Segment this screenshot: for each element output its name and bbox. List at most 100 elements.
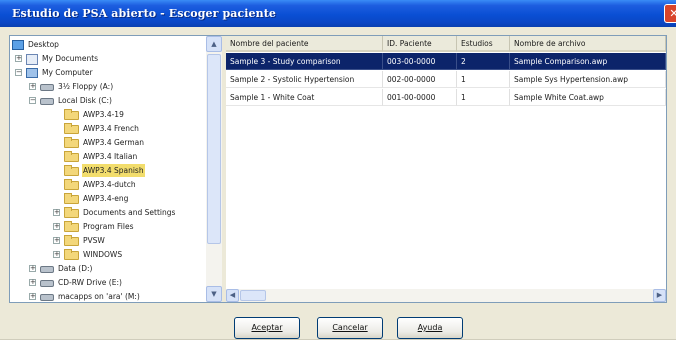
expand-icon[interactable]: + [53, 251, 60, 258]
tree-item[interactable]: + PVSW [53, 234, 106, 247]
table-row[interactable]: Sample 1 - White Coat 001-00-0000 1 Samp… [226, 89, 666, 106]
table-row[interactable]: Sample 2 - Systolic Hypertension 002-00-… [226, 71, 666, 88]
patient-id-cell: 003-00-0000 [383, 53, 457, 70]
close-button[interactable]: ✕ [664, 4, 676, 23]
studies-cell: 1 [457, 89, 510, 106]
folder-icon [64, 108, 79, 120]
tree-item[interactable]: AWP3.4 Spanish [64, 164, 145, 177]
hard-drive-icon [40, 97, 54, 105]
window-title: Estudio de PSA abierto - Escoger pacient… [12, 7, 277, 20]
desktop-icon [12, 40, 24, 50]
list-horizontal-scrollbar[interactable]: ◀ ▶ [226, 289, 666, 302]
title-bar[interactable]: Estudio de PSA abierto - Escoger pacient… [0, 0, 676, 27]
tree-item[interactable]: − My Computer [15, 66, 94, 79]
scroll-right-button[interactable]: ▶ [653, 289, 666, 302]
patient-name-cell: Sample 2 - Systolic Hypertension [226, 71, 383, 88]
arrow-right-icon: ▶ [656, 291, 663, 299]
patient-id-cell: 001-00-0000 [383, 89, 457, 106]
folder-open-icon [64, 164, 79, 176]
floppy-drive-icon [40, 83, 54, 91]
my-documents-icon [26, 53, 38, 65]
tree-item-label: Local Disk (C:) [58, 96, 112, 105]
expand-icon[interactable]: + [15, 55, 22, 62]
cancel-button[interactable]: Cancelar [317, 317, 383, 339]
folder-tree[interactable]: Desktop + My Documents − My Computer +3½ Flop… [10, 36, 206, 302]
folder-icon [64, 122, 79, 134]
folder-icon [64, 206, 79, 218]
tree-item[interactable]: AWP3.4-dutch [64, 178, 137, 191]
tree-item[interactable]: AWP3.4 Italian [64, 150, 138, 163]
folder-icon [64, 220, 79, 232]
column-header-patient-id[interactable]: ID. Paciente [383, 36, 457, 52]
collapse-icon[interactable]: − [29, 97, 36, 104]
folder-icon [64, 248, 79, 260]
patient-list[interactable]: Nombre del paciente ID. Paciente Estudio… [226, 36, 666, 302]
scroll-down-button[interactable]: ▼ [206, 286, 222, 302]
tree-item[interactable]: AWP3.4 German [64, 136, 145, 149]
tree-item-label: AWP3.4-dutch [83, 180, 136, 189]
tree-item-label: 3½ Floppy (A:) [58, 82, 114, 91]
tree-item[interactable]: + CD-RW Drive (E:) [29, 276, 123, 289]
tree-item-label: AWP3.4-19 [83, 110, 124, 119]
patient-id-cell: 002-00-0000 [383, 71, 457, 88]
collapse-icon[interactable]: − [15, 69, 22, 76]
tree-item-label: AWP3.4 Spanish [82, 164, 145, 177]
expand-icon[interactable]: + [53, 209, 60, 216]
tree-item-label: My Computer [42, 68, 93, 77]
studies-cell: 1 [457, 71, 510, 88]
tree-item[interactable]: + WINDOWS [53, 248, 123, 261]
expand-icon[interactable]: + [29, 293, 36, 300]
column-header-file-name[interactable]: Nombre de archivo [510, 36, 666, 52]
column-header-patient-name[interactable]: Nombre del paciente [226, 36, 383, 52]
file-name-cell: Sample White Coat.awp [510, 89, 666, 106]
my-computer-icon [26, 68, 38, 78]
help-button[interactable]: Ayuda [397, 317, 463, 339]
tree-item-label: PVSW [83, 236, 105, 245]
studies-cell: 2 [457, 53, 510, 70]
tree-item[interactable]: + Program Files [53, 220, 135, 233]
expand-icon[interactable]: + [29, 265, 36, 272]
tree-item[interactable]: AWP3.4-eng [64, 192, 129, 205]
patient-name-cell: Sample 1 - White Coat [226, 89, 383, 106]
patient-name-cell: Sample 3 - Study comparison [226, 53, 383, 70]
network-drive-icon [40, 293, 54, 301]
tree-item[interactable]: + Data (D:) [29, 262, 93, 275]
tree-item-label: AWP3.4 German [83, 138, 145, 147]
accept-button[interactable]: Aceptar [234, 317, 300, 339]
scroll-left-button[interactable]: ◀ [226, 289, 239, 302]
folder-icon [64, 234, 79, 246]
scroll-thumb[interactable] [207, 54, 221, 244]
arrow-down-icon: ▼ [211, 290, 217, 298]
file-name-cell: Sample Comparison.awp [510, 53, 666, 70]
tree-item-label: Desktop [28, 40, 59, 49]
cd-drive-icon [40, 279, 54, 287]
expand-icon[interactable]: + [53, 223, 60, 230]
expand-icon[interactable]: + [29, 279, 36, 286]
expand-icon[interactable]: + [53, 237, 60, 244]
tree-item[interactable]: − Local Disk (C:) [29, 94, 113, 107]
close-icon: ✕ [669, 7, 676, 20]
tree-item[interactable]: + macapps on 'ara' (M:) [29, 290, 141, 302]
column-header-studies[interactable]: Estudios [457, 36, 510, 52]
arrow-left-icon: ◀ [229, 291, 236, 299]
arrow-up-icon: ▲ [211, 40, 217, 48]
tree-item[interactable]: Desktop [12, 38, 60, 51]
scroll-up-button[interactable]: ▲ [206, 36, 222, 52]
tree-item[interactable]: AWP3.4 French [64, 122, 140, 135]
folder-icon [64, 192, 79, 204]
tree-item[interactable]: +3½ Floppy (A:) [29, 80, 114, 93]
expand-icon[interactable]: + [29, 83, 36, 90]
tree-item-label: CD-RW Drive (E:) [58, 278, 122, 287]
horizontal-scroll-thumb[interactable] [240, 290, 266, 301]
tree-item[interactable]: + My Documents [15, 52, 99, 65]
tree-vertical-scrollbar[interactable]: ▲ ▼ [206, 36, 222, 302]
tree-item[interactable]: + Documents and Settings [53, 206, 176, 219]
folder-icon [64, 150, 79, 162]
tree-item-label: Data (D:) [58, 264, 93, 273]
tree-item-label: Documents and Settings [83, 208, 176, 217]
table-row[interactable]: Sample 3 - Study comparison 003-00-0000 … [226, 53, 666, 70]
tree-item-label: My Documents [42, 54, 99, 63]
tree-item[interactable]: AWP3.4-19 [64, 108, 125, 121]
tree-item-label: Program Files [83, 222, 134, 231]
tree-item-label: AWP3.4 Italian [83, 152, 138, 161]
